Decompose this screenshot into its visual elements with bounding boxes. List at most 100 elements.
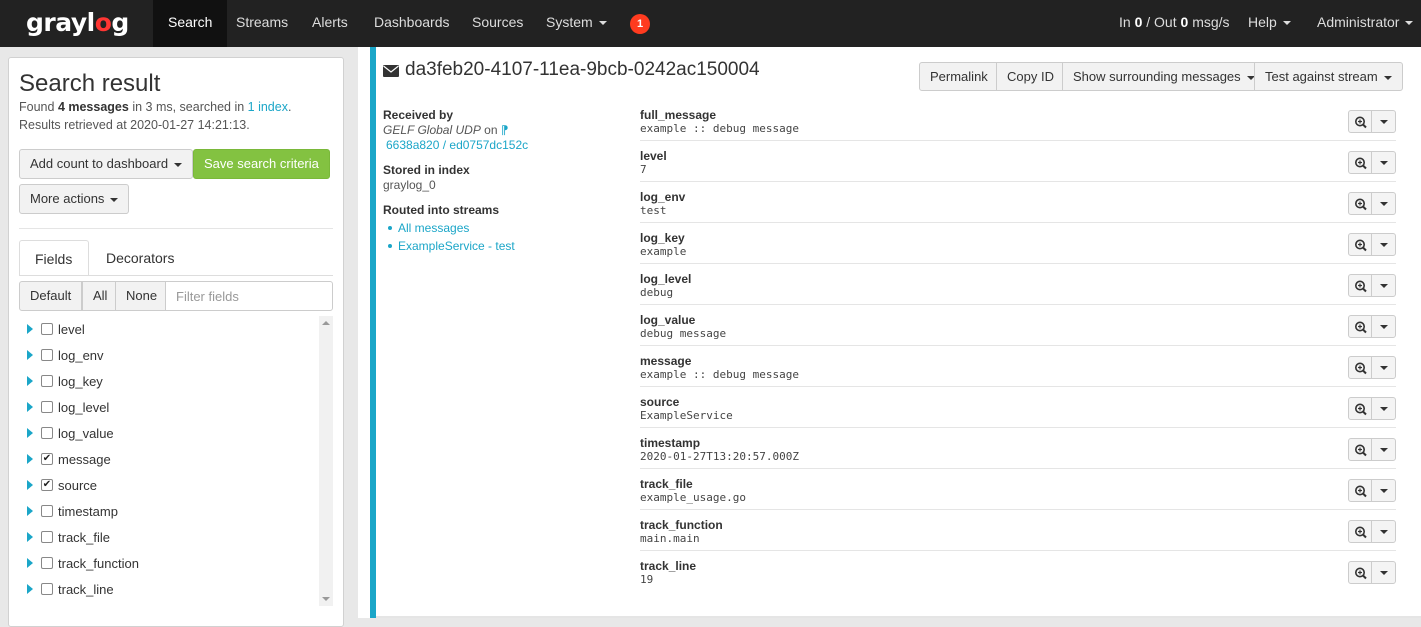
field-value: debug message: [640, 327, 727, 340]
expand-triangle-icon[interactable]: [27, 428, 33, 438]
test-against-stream-button[interactable]: Test against stream: [1254, 62, 1403, 91]
nav-streams[interactable]: Streams: [221, 0, 303, 47]
field-name: level: [58, 322, 85, 337]
field-checkbox[interactable]: [41, 323, 53, 335]
expand-triangle-icon[interactable]: [27, 506, 33, 516]
field-checkbox[interactable]: [41, 583, 53, 595]
field-row-track-file[interactable]: track_file: [19, 524, 319, 550]
field-row-log-key[interactable]: log_key: [19, 368, 319, 394]
field-row-source[interactable]: ✔ source: [19, 472, 319, 498]
field-action-button[interactable]: [1348, 520, 1372, 543]
throughput-unit: msg/s: [1192, 14, 1230, 30]
field-action-button[interactable]: [1348, 397, 1372, 420]
field-row-log-level[interactable]: log_level: [19, 394, 319, 420]
message-field-track-line: track_line 19: [640, 551, 1396, 592]
fields-all-button[interactable]: All: [82, 281, 119, 311]
expand-triangle-icon[interactable]: [27, 584, 33, 594]
expand-triangle-icon[interactable]: [27, 350, 33, 360]
expand-triangle-icon[interactable]: [27, 480, 33, 490]
field-action-dropdown[interactable]: [1371, 356, 1396, 379]
copy-id-button[interactable]: Copy ID: [996, 62, 1065, 91]
field-checkbox[interactable]: [41, 349, 53, 361]
nav-system-dropdown[interactable]: System: [531, 0, 622, 47]
field-key: track_function: [640, 518, 723, 532]
field-action-dropdown[interactable]: [1371, 561, 1396, 584]
field-checkbox[interactable]: [41, 557, 53, 569]
field-action-button[interactable]: [1348, 110, 1372, 133]
field-action-button[interactable]: [1348, 356, 1372, 379]
add-count-to-dashboard-button[interactable]: Add count to dashboard: [19, 149, 194, 179]
save-search-criteria-button[interactable]: Save search criteria: [193, 149, 330, 179]
field-action-dropdown[interactable]: [1371, 110, 1396, 133]
field-action-button[interactable]: [1348, 233, 1372, 256]
message-detail-panel: da3feb20-4107-11ea-9bcb-0242ac150004 Per…: [358, 47, 1421, 618]
index-link[interactable]: 1 index: [248, 100, 288, 114]
caret-down-icon: [1380, 325, 1388, 329]
field-action-button[interactable]: [1348, 315, 1372, 338]
field-action-button[interactable]: [1348, 479, 1372, 502]
field-action-dropdown[interactable]: [1371, 520, 1396, 543]
caret-down-icon: [174, 162, 183, 167]
field-row-track-line[interactable]: track_line: [19, 576, 319, 602]
field-action-dropdown[interactable]: [1371, 315, 1396, 338]
scroll-up-arrow-icon[interactable]: [322, 321, 330, 325]
caret-down-icon: [1380, 448, 1388, 452]
tab-fields[interactable]: Fields: [19, 240, 89, 276]
field-checkbox[interactable]: [41, 401, 53, 413]
field-action-button[interactable]: [1348, 561, 1372, 584]
field-action-button[interactable]: [1348, 151, 1372, 174]
scroll-down-arrow-icon[interactable]: [322, 597, 330, 601]
nav-help-dropdown[interactable]: Help: [1233, 0, 1306, 47]
field-checkbox[interactable]: [41, 427, 53, 439]
field-action-dropdown[interactable]: [1371, 192, 1396, 215]
field-action-dropdown[interactable]: [1371, 397, 1396, 420]
field-checkbox-checked[interactable]: ✔: [41, 479, 53, 491]
show-surrounding-messages-button[interactable]: Show surrounding messages: [1062, 62, 1266, 91]
notification-badge[interactable]: 1: [630, 14, 650, 34]
field-action-dropdown[interactable]: [1371, 151, 1396, 174]
expand-triangle-icon[interactable]: [27, 324, 33, 334]
nav-user-dropdown[interactable]: Administrator: [1302, 0, 1421, 47]
field-row-log-env[interactable]: log_env: [19, 342, 319, 368]
nav-alerts[interactable]: Alerts: [297, 0, 363, 47]
field-row-track-function[interactable]: track_function: [19, 550, 319, 576]
field-list-scrollbar[interactable]: [319, 316, 333, 606]
permalink-button[interactable]: Permalink: [919, 62, 999, 91]
field-action-dropdown[interactable]: [1371, 274, 1396, 297]
caret-down-icon: [1380, 161, 1388, 165]
tab-decorators[interactable]: Decorators: [91, 240, 189, 276]
more-actions-button[interactable]: More actions: [19, 184, 130, 214]
field-row-message[interactable]: ✔ message: [19, 446, 319, 472]
field-action-dropdown[interactable]: [1371, 438, 1396, 461]
field-action-button[interactable]: [1348, 192, 1372, 215]
field-row-level[interactable]: level: [19, 316, 319, 342]
caret-down-icon: [1383, 75, 1392, 80]
expand-triangle-icon[interactable]: [27, 402, 33, 412]
filter-fields-input[interactable]: [165, 281, 333, 311]
field-value: main.main: [640, 532, 700, 545]
expand-triangle-icon[interactable]: [27, 558, 33, 568]
fields-none-button[interactable]: None: [115, 281, 169, 311]
field-action-button[interactable]: [1348, 438, 1372, 461]
nav-dashboards[interactable]: Dashboards: [359, 0, 465, 47]
stream-link[interactable]: All messages: [387, 221, 469, 235]
nav-sources[interactable]: Sources: [457, 0, 538, 47]
field-row-log-value[interactable]: log_value: [19, 420, 319, 446]
field-action-dropdown[interactable]: [1371, 233, 1396, 256]
stream-link[interactable]: ExampleService - test: [388, 239, 515, 253]
field-checkbox[interactable]: [41, 531, 53, 543]
field-checkbox[interactable]: [41, 375, 53, 387]
expand-triangle-icon[interactable]: [27, 454, 33, 464]
nav-search[interactable]: Search: [153, 0, 228, 47]
received-node-link[interactable]: 6638a820 / ed0757dc152c: [386, 138, 528, 152]
save-search-label: Save search criteria: [204, 156, 319, 171]
field-action-button[interactable]: [1348, 274, 1372, 297]
field-checkbox[interactable]: [41, 505, 53, 517]
expand-triangle-icon[interactable]: [27, 376, 33, 386]
field-checkbox-checked[interactable]: ✔: [41, 453, 53, 465]
expand-triangle-icon[interactable]: [27, 532, 33, 542]
graylog-logo[interactable]: graylog: [26, 6, 129, 40]
field-row-timestamp[interactable]: timestamp: [19, 498, 319, 524]
fields-default-button[interactable]: Default: [19, 281, 83, 311]
field-action-dropdown[interactable]: [1371, 479, 1396, 502]
